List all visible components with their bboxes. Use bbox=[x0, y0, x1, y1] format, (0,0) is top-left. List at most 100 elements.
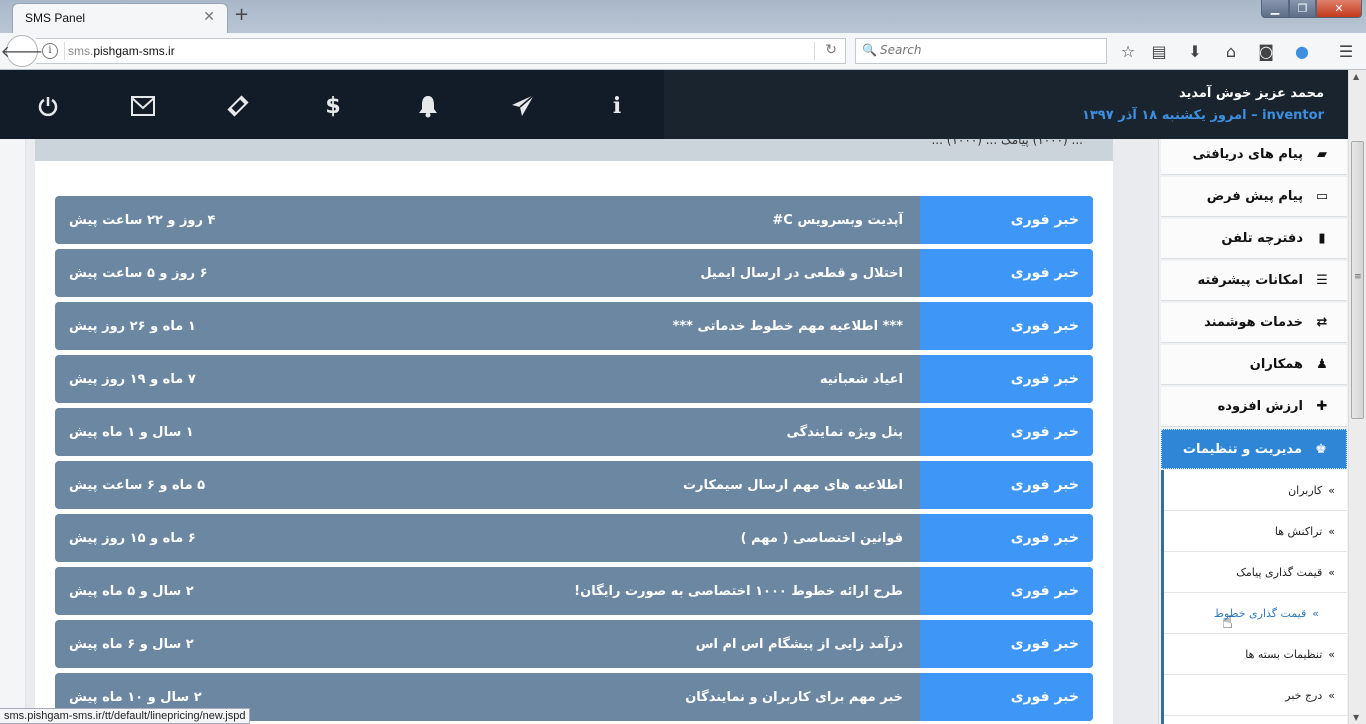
status-bar-url: sms.pishgam-sms.ir/tt/default/linepricin… bbox=[0, 708, 251, 724]
new-tab-button[interactable]: + bbox=[234, 4, 249, 25]
search-input[interactable] bbox=[880, 43, 1100, 57]
news-time: ۵ ماه و ۶ ساعت پیش bbox=[69, 477, 206, 493]
page-scrollbar[interactable]: ▲ ≡ ▼ bbox=[1348, 70, 1366, 724]
pocket-icon[interactable]: ◙ bbox=[1254, 40, 1278, 62]
scroll-up-arrow-icon[interactable]: ▲ bbox=[1353, 72, 1359, 81]
news-title[interactable]: اعیاد شعبانیه bbox=[820, 355, 903, 403]
news-badge: خبر فوری bbox=[920, 196, 1093, 244]
back-arrow-icon: 🡐 bbox=[0, 42, 44, 61]
submenu-item[interactable]: » تراکنش ها bbox=[1164, 511, 1347, 552]
window-close-button[interactable]: ✕ bbox=[1316, 0, 1362, 18]
sidebar-item[interactable]: ⇄ خدمات هوشمند bbox=[1161, 303, 1347, 343]
inbox-icon: ▰ bbox=[1317, 147, 1327, 162]
news-panel: خبر فوری آپدیت وبسرویس C# ۴ روز و ۲۲ ساعت … bbox=[35, 161, 1113, 724]
scroll-grip-icon: ≡ bbox=[1354, 272, 1362, 282]
news-title[interactable]: *** اطلاعیه مهم خطوط خدماتی *** bbox=[673, 302, 903, 350]
mail-icon[interactable] bbox=[128, 92, 158, 120]
submenu-item[interactable]: » درج خبر bbox=[1164, 675, 1347, 716]
submenu-item[interactable]: » قیمت گذاری خطوط bbox=[1164, 593, 1347, 634]
news-row[interactable]: خبر فوری اعیاد شعبانیه ۷ ماه و ۱۹ روز پیش bbox=[55, 355, 1093, 403]
news-time: ۲ سال و ۶ ماه پیش bbox=[69, 636, 194, 652]
username[interactable]: inventor bbox=[1262, 108, 1324, 123]
news-title[interactable]: آپدیت وبسرویس C# bbox=[772, 196, 903, 244]
back-button[interactable]: 🡐 bbox=[1, 35, 43, 67]
menu-icon[interactable]: ☰ bbox=[1334, 40, 1358, 62]
info-icon[interactable]: i bbox=[602, 92, 632, 120]
search-bar[interactable]: 🔍 bbox=[855, 38, 1107, 64]
news-title[interactable]: قوانین اختصاصی ( مهم ) bbox=[741, 514, 903, 562]
news-row[interactable]: خبر فوری اختلال و قطعی در ارسال ایمیل ۶ رو… bbox=[55, 249, 1093, 297]
chevron-double-icon: » bbox=[1328, 688, 1335, 702]
news-row[interactable]: خبر فوری *** اطلاعیه مهم خطوط خدماتی *** ۱… bbox=[55, 302, 1093, 350]
news-title[interactable]: اختلال و قطعی در ارسال ایمیل bbox=[700, 249, 903, 297]
bookmark-star-icon[interactable]: ☆ bbox=[1116, 40, 1140, 62]
sidebar-item[interactable]: ✚ ارزش افزوده bbox=[1161, 387, 1347, 427]
submenu-item[interactable]: » کاربران bbox=[1164, 470, 1347, 511]
power-icon[interactable] bbox=[33, 92, 63, 120]
window-minimize-button[interactable]: ▁ bbox=[1261, 0, 1289, 18]
retweet-icon: ⇄ bbox=[1316, 315, 1328, 330]
news-title[interactable]: اطلاعیه های مهم ارسال سیمکارت bbox=[683, 461, 903, 509]
url-text[interactable]: sms.pishgam-sms.ir bbox=[68, 44, 175, 58]
news-time: ۱ ماه و ۲۶ روز پیش bbox=[69, 318, 196, 334]
news-row[interactable]: خبر فوری اطلاعیه های مهم ارسال سیمکارت ۵ م… bbox=[55, 461, 1093, 509]
news-title[interactable]: درآمد زایی از پیشگام اس ام اس bbox=[696, 620, 903, 668]
news-badge: خبر فوری bbox=[920, 249, 1093, 297]
date-text: – امروز یکشنبه ۱۸ آذر ۱۳۹۷ bbox=[1081, 108, 1258, 123]
news-row[interactable]: خبر فوری درآمد زایی از پیشگام اس ام اس ۲ س… bbox=[55, 620, 1093, 668]
chevron-double-icon: » bbox=[1328, 483, 1335, 497]
news-time: ۴ روز و ۲۲ ساعت پیش bbox=[69, 212, 216, 228]
submenu-item[interactable]: » قیمت گذاری پیامک bbox=[1164, 552, 1347, 593]
sidebar-item[interactable]: ▮ دفترچه تلفن bbox=[1161, 219, 1347, 259]
submenu-item[interactable]: » تنظیمات بسته ها bbox=[1164, 634, 1347, 675]
ticket-icon[interactable] bbox=[223, 92, 253, 120]
news-badge: خبر فوری bbox=[920, 355, 1093, 403]
news-title[interactable]: خبر مهم برای کاربران و نمایندگان bbox=[685, 673, 903, 721]
reload-icon[interactable]: ↻ bbox=[825, 42, 837, 58]
user-info-area: محمد عزیز خوش آمدید inventor – امروز یکش… bbox=[664, 70, 1348, 139]
news-row[interactable]: خبر فوری طرح ارائه خطوط ۱۰۰۰ اختصاصی به ص… bbox=[55, 567, 1093, 615]
scroll-thumb[interactable]: ≡ bbox=[1351, 141, 1364, 419]
window-restore-button[interactable]: ❐ bbox=[1289, 0, 1316, 18]
bell-icon[interactable] bbox=[413, 92, 443, 120]
sidebar-item[interactable]: ☰ امکانات پیشرفته bbox=[1161, 261, 1347, 301]
news-row[interactable]: خبر فوری پنل ویژه نمایندگی ۱ سال و ۱ ماه پ… bbox=[55, 408, 1093, 456]
sidebar-item[interactable]: ▭ پیام پیش فرض bbox=[1161, 177, 1347, 217]
url-divider bbox=[64, 42, 65, 60]
group-icon: ♚ bbox=[1315, 441, 1327, 457]
download-icon[interactable]: ⬇ bbox=[1183, 40, 1207, 62]
browser-tab[interactable]: SMS Panel ✕ bbox=[12, 3, 228, 33]
browser-navbar: i sms.pishgam-sms.ir ↻ 🡐 🔍 ☆ ▤ ⬇ ⌂ ◙ ● ☰ bbox=[0, 33, 1366, 70]
news-time: ۲ سال و ۵ ماه پیش bbox=[69, 583, 194, 599]
news-title[interactable]: پنل ویژه نمایندگی bbox=[787, 408, 903, 456]
news-badge: خبر فوری bbox=[920, 673, 1093, 721]
dollar-icon[interactable]: $ bbox=[318, 92, 348, 120]
chevron-double-icon: » bbox=[1328, 647, 1335, 661]
list-icon: ☰ bbox=[1316, 273, 1328, 288]
news-row[interactable]: خبر فوری آپدیت وبسرویس C# ۴ روز و ۲۲ ساعت … bbox=[55, 196, 1093, 244]
tab-title: SMS Panel bbox=[25, 11, 86, 25]
sidebar-item[interactable]: ▰ پیام های دریافتی bbox=[1161, 139, 1347, 175]
url-bar[interactable]: i sms.pishgam-sms.ir ↻ bbox=[36, 38, 846, 64]
news-title[interactable]: طرح ارائه خطوط ۱۰۰۰ اختصاصی به صورت رایگ… bbox=[574, 567, 903, 615]
sidebar-item[interactable]: ♚ مدیریت و تنظیمات bbox=[1161, 429, 1347, 469]
scroll-down-arrow-icon[interactable]: ▼ bbox=[1353, 713, 1359, 722]
site-info-icon[interactable]: i bbox=[42, 43, 58, 59]
submenu-item-label: تنظیمات بسته ها bbox=[1245, 647, 1323, 661]
home-icon[interactable]: ⌂ bbox=[1219, 40, 1243, 62]
reading-list-icon[interactable]: ▤ bbox=[1147, 40, 1171, 62]
sidebar-item-label: خدمات هوشمند bbox=[1204, 315, 1303, 330]
sidebar-item-label: دفترچه تلفن bbox=[1221, 231, 1303, 246]
book-icon: ▮ bbox=[1318, 231, 1326, 246]
search-icon: 🔍 bbox=[862, 43, 877, 57]
account-icon[interactable]: ● bbox=[1290, 40, 1314, 62]
tab-close-icon[interactable]: ✕ bbox=[203, 9, 215, 25]
news-time: ۶ ماه و ۱۵ روز پیش bbox=[69, 530, 196, 546]
news-row[interactable]: خبر فوری قوانین اختصاصی ( مهم ) ۶ ماه و ۱۵… bbox=[55, 514, 1093, 562]
send-icon[interactable] bbox=[508, 92, 538, 120]
news-time: ۶ روز و ۵ ساعت پیش bbox=[69, 265, 208, 281]
welcome-text: محمد عزیز خوش آمدید bbox=[1178, 86, 1324, 101]
panel-header-text: ... (۱۰۰۰) پیامک ... (۱۰۰۰) ... bbox=[931, 139, 1083, 147]
submenu-item-label: کاربران bbox=[1288, 483, 1323, 497]
sidebar-item[interactable]: ♟ همکاران bbox=[1161, 345, 1347, 385]
